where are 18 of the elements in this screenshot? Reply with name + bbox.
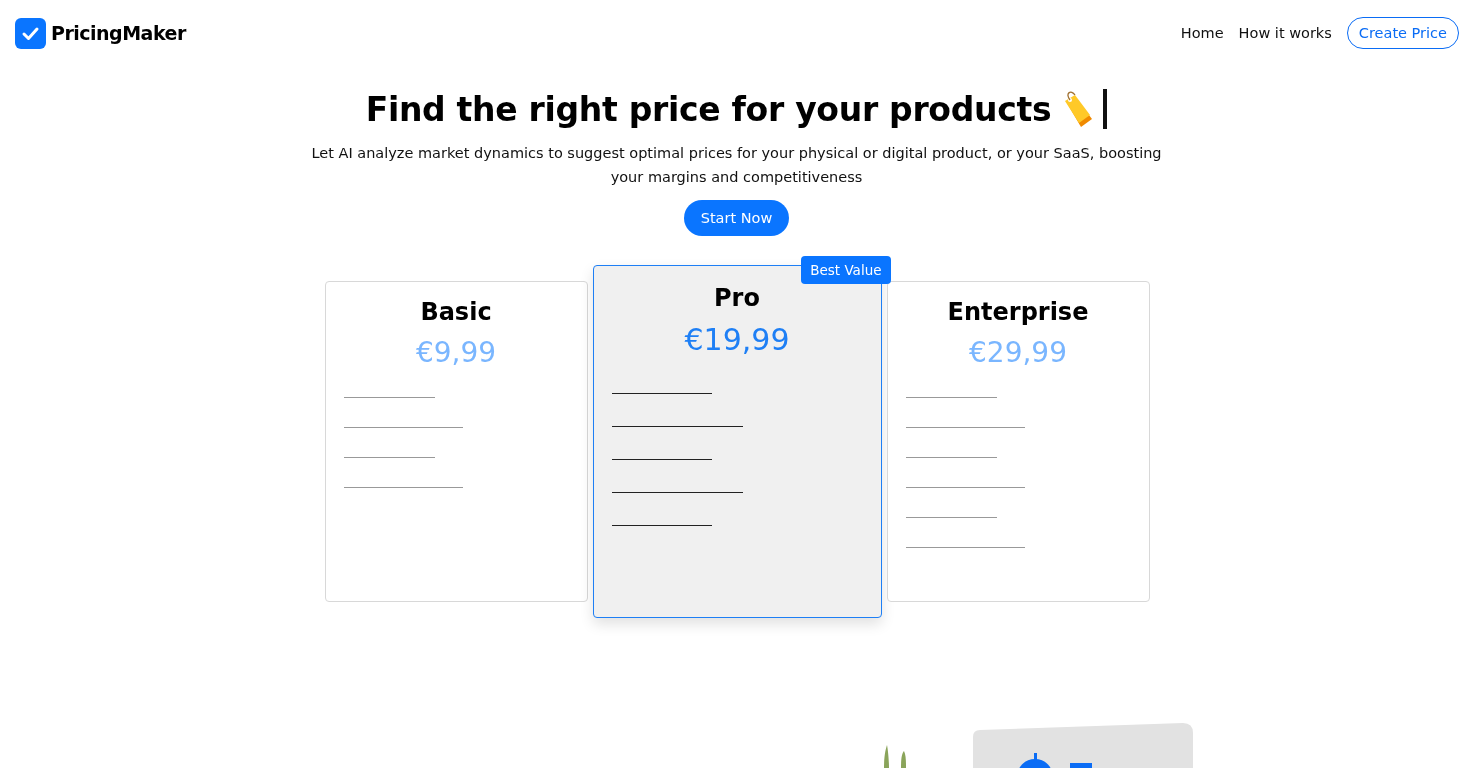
- plan-card[interactable]: Enterprise €29,99: [886, 281, 1150, 602]
- logo-check-icon: [15, 17, 46, 49]
- plan-price: €19,99: [684, 322, 790, 357]
- hero-subtitle: Let AI analyze market dynamics to suggest optimal prices for your physical or digital product, or your SaaS, boosting your margins and competitiveness: [310, 144, 1163, 187]
- plan-name: Pro: [714, 284, 760, 312]
- nav-link[interactable]: Home: [1180, 25, 1224, 41]
- plan-price: €29,99: [969, 336, 1067, 369]
- text-cursor: [1103, 89, 1108, 129]
- nav-link[interactable]: How it works: [1238, 25, 1332, 41]
- plan-name: Enterprise: [947, 298, 1089, 326]
- plan-price: €9,99: [415, 336, 497, 369]
- start-now-button[interactable]: Start Now: [683, 200, 790, 236]
- brand-name: PricingMaker: [51, 22, 186, 44]
- plan-name: Basic: [420, 298, 492, 326]
- plan-card[interactable]: Basic €9,99: [324, 281, 588, 602]
- hero-title: Find the right price for your products: [365, 89, 1052, 129]
- best-value-badge: Best Value: [801, 256, 891, 284]
- create-price-button[interactable]: Create Price: [1346, 17, 1459, 49]
